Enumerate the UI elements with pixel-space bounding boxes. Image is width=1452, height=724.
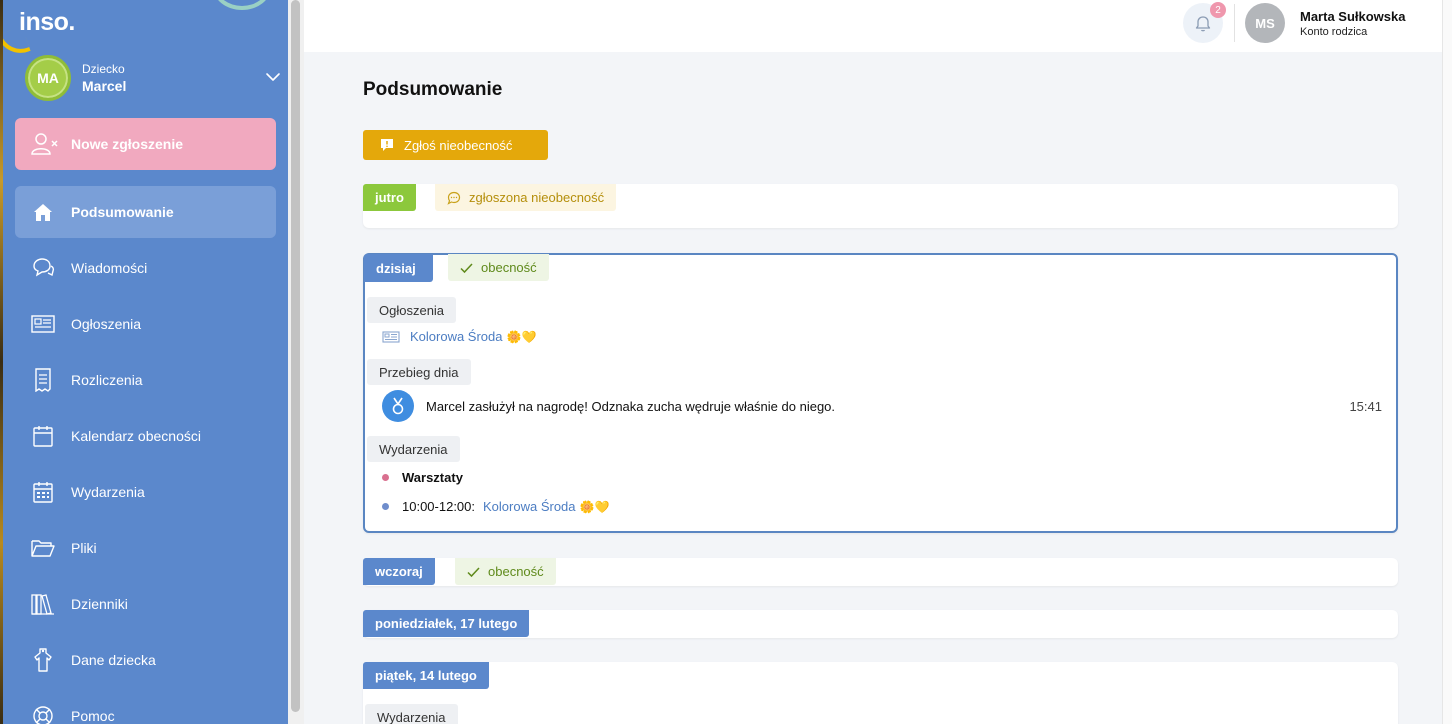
day-card-tomorrow: jutro zgłoszona nieobecność <box>363 184 1398 228</box>
medal-icon <box>382 390 414 422</box>
top-header: 2 MS Marta Sułkowska Konto rodzica <box>304 0 1442 52</box>
events-label: Wydarzenia <box>365 704 458 724</box>
event-dot <box>382 503 389 510</box>
report-absence-label: Zgłoś nieobecność <box>404 137 513 153</box>
sidebar-item-label: Podsumowanie <box>71 204 174 220</box>
header-divider <box>1234 4 1235 42</box>
shirt-icon <box>31 648 55 672</box>
sidebar-item-child-data[interactable]: Dane dziecka <box>15 634 276 686</box>
sidebar-item-journals[interactable]: Dzienniki <box>15 578 276 630</box>
sidebar-item-files[interactable]: Pliki <box>15 522 276 574</box>
attendance-status-label: obecność <box>481 260 537 275</box>
attendance-status: obecność <box>455 558 556 585</box>
logo-decoration <box>213 0 271 10</box>
sidebar: inso. MA Dziecko Marcel Nowe zgłoszenie … <box>3 0 288 724</box>
day-card-friday: piątek, 14 lutego Wydarzenia <box>363 662 1398 724</box>
newspaper-icon <box>382 330 400 343</box>
child-switcher[interactable]: MA Dziecko Marcel <box>25 55 285 103</box>
chat-bubble-icon <box>447 191 461 205</box>
day-card-yesterday: wczoraj obecność <box>363 558 1398 586</box>
day-tag: piątek, 14 lutego <box>363 662 489 689</box>
sidebar-item-label: Pomoc <box>71 708 115 724</box>
bell-icon <box>1195 16 1211 32</box>
timeline-text: Marcel zasłużył na nagrodę! Odznaka zuch… <box>426 398 836 414</box>
sidebar-item-label: Wydarzenia <box>71 484 145 500</box>
user-name[interactable]: Marta Sułkowska <box>1300 9 1406 24</box>
child-label: Dziecko <box>82 62 125 76</box>
timeline-time: 15:41 <box>1349 398 1382 414</box>
absence-status: zgłoszona nieobecność <box>435 184 617 211</box>
receipt-icon <box>31 368 55 392</box>
day-card-monday: poniedziałek, 17 lutego <box>363 610 1398 638</box>
attendance-status-label: obecność <box>488 564 544 579</box>
calendar-icon <box>31 424 55 448</box>
sidebar-item-label: Dane dziecka <box>71 652 156 668</box>
notification-count-badge: 2 <box>1210 2 1226 18</box>
child-avatar: MA <box>25 55 71 101</box>
new-request-button[interactable]: Nowe zgłoszenie <box>15 118 276 170</box>
sidebar-item-label: Pliki <box>71 540 97 556</box>
day-tag: jutro <box>363 184 416 211</box>
lifebuoy-icon <box>31 704 55 724</box>
child-name: Marcel <box>82 78 127 94</box>
day-card-today: dzisiaj obecność Ogłoszenia Kolorowa Śro… <box>363 253 1398 533</box>
event-dot <box>382 474 389 481</box>
message-alert-icon <box>381 139 393 151</box>
day-tag: dzisiaj <box>364 254 433 282</box>
event-link[interactable]: Kolorowa Środa <box>483 499 576 514</box>
announcement-item[interactable]: Kolorowa Środa 🌼💛 <box>382 329 536 344</box>
user-role: Konto rodzica <box>1300 26 1368 38</box>
day-tag: wczoraj <box>363 558 435 585</box>
page-title: Podsumowanie <box>363 79 503 100</box>
sidebar-item-label: Wiadomości <box>71 260 148 276</box>
event-item: Warsztaty <box>382 470 463 485</box>
events-label: Wydarzenia <box>367 436 460 462</box>
chevron-down-icon[interactable] <box>265 69 281 85</box>
report-absence-button[interactable]: Zgłoś nieobecność <box>363 130 548 160</box>
user-avatar[interactable]: MS <box>1245 3 1285 43</box>
sidebar-item-summary[interactable]: Podsumowanie <box>15 186 276 238</box>
sidebar-item-label: Kalendarz obecności <box>71 428 201 444</box>
sidebar-scrollbar-thumb[interactable] <box>291 0 300 712</box>
sidebar-item-help[interactable]: Pomoc <box>15 690 276 724</box>
folder-icon <box>31 536 55 560</box>
event-title: Warsztaty <box>402 470 463 485</box>
day-tag: poniedziałek, 17 lutego <box>363 610 530 637</box>
timeline-entry: Marcel zasłużył na nagrodę! Odznaka zuch… <box>382 390 1382 422</box>
newspaper-icon <box>31 312 55 336</box>
timeline-label: Przebieg dnia <box>367 359 471 385</box>
sidebar-item-label: Ogłoszenia <box>71 316 142 332</box>
absence-status-label: zgłoszona nieobecność <box>469 190 605 205</box>
sidebar-item-announcements[interactable]: Ogłoszenia <box>15 298 276 350</box>
app-logo[interactable]: inso. <box>19 8 75 37</box>
event-item: 10:00-12:00: Kolorowa Środa 🌼💛 <box>382 499 609 514</box>
new-request-label: Nowe zgłoszenie <box>71 136 184 152</box>
check-icon <box>467 566 480 577</box>
sidebar-item-attendance-calendar[interactable]: Kalendarz obecności <box>15 410 276 462</box>
sidebar-item-events[interactable]: Wydarzenia <box>15 466 276 518</box>
sidebar-item-label: Dzienniki <box>71 596 128 612</box>
sidebar-nav: Podsumowanie Wiadomości Ogłoszenia Rozli… <box>15 186 276 724</box>
sidebar-item-billing[interactable]: Rozliczenia <box>15 354 276 406</box>
event-emoji: 🌼💛 <box>579 499 610 514</box>
announcement-emoji: 🌼💛 <box>506 329 537 344</box>
books-icon <box>31 592 55 616</box>
check-icon <box>460 262 473 273</box>
user-remove-icon <box>31 133 58 155</box>
announcements-label: Ogłoszenia <box>367 297 457 323</box>
sidebar-item-label: Rozliczenia <box>71 372 143 388</box>
attendance-status: obecność <box>448 254 549 281</box>
home-icon <box>31 200 55 224</box>
chat-icon <box>31 256 55 280</box>
calendar-grid-icon <box>31 480 55 504</box>
notifications-button[interactable]: 2 <box>1183 2 1226 43</box>
event-time: 10:00-12:00: <box>402 499 476 514</box>
main-scrollbar[interactable] <box>1442 0 1452 724</box>
announcement-link[interactable]: Kolorowa Środa <box>410 329 503 344</box>
sidebar-item-messages[interactable]: Wiadomości <box>15 242 276 294</box>
